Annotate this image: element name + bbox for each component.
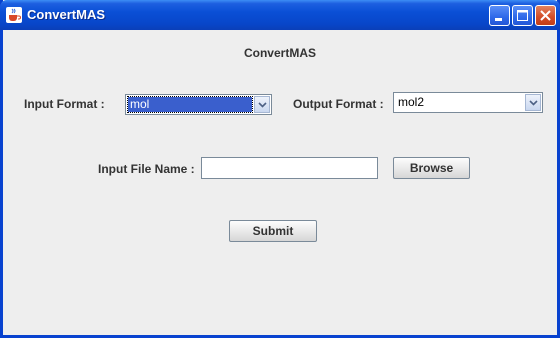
submit-button[interactable]: Submit [229, 220, 317, 242]
chevron-down-icon[interactable] [254, 96, 270, 113]
input-file-field[interactable] [201, 157, 378, 179]
browse-button[interactable]: Browse [393, 157, 470, 179]
form-heading: ConvertMAS [243, 46, 316, 60]
close-icon [540, 10, 551, 21]
chevron-down-icon[interactable] [525, 94, 541, 111]
window-title: ConvertMAS [27, 7, 106, 22]
output-format-select[interactable]: mol2 [393, 92, 543, 113]
output-format-value: mol2 [398, 95, 425, 109]
app-window: ConvertMAS ConvertMAS Input Format : mol… [0, 0, 560, 338]
title-bar[interactable]: ConvertMAS [0, 0, 560, 30]
input-format-label: Input Format : [24, 97, 105, 111]
close-button[interactable] [535, 5, 556, 26]
java-cup-icon[interactable] [6, 7, 22, 23]
minimize-button[interactable] [489, 5, 510, 26]
input-file-label: Input File Name : [98, 162, 195, 176]
maximize-icon [517, 10, 528, 21]
minimize-icon [495, 18, 502, 21]
input-format-value: mol [127, 96, 253, 113]
maximize-button[interactable] [512, 5, 533, 26]
input-format-select[interactable]: mol [125, 94, 272, 115]
output-format-label: Output Format : [293, 97, 384, 111]
